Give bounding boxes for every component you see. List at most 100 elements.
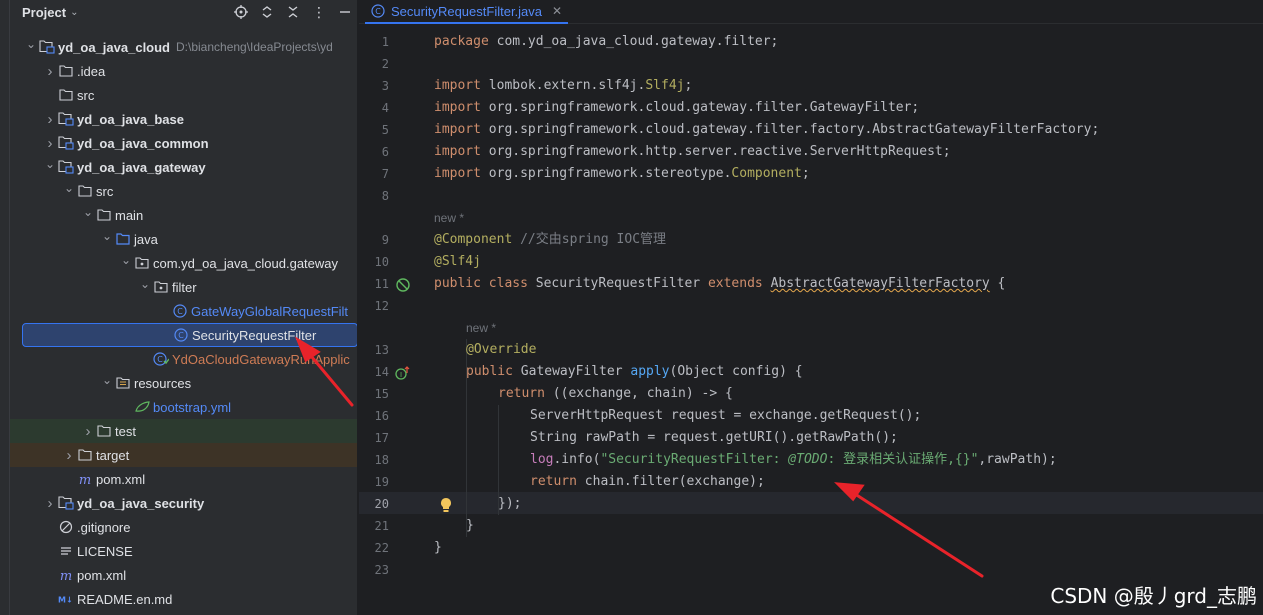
tree-item[interactable]: ⌄ filter bbox=[10, 275, 357, 299]
project-title[interactable]: Project bbox=[22, 5, 66, 20]
code-line-11: public class SecurityRequestFilter exten… bbox=[434, 276, 1006, 291]
module-folder-icon bbox=[58, 135, 74, 151]
tree-item[interactable]: .gitignore bbox=[10, 515, 357, 539]
tree-item[interactable]: ⌄ resources bbox=[10, 371, 357, 395]
tree-item-label: target bbox=[96, 447, 130, 463]
tree-item-label: src bbox=[77, 87, 95, 103]
line-number[interactable]: 22 bbox=[359, 537, 389, 559]
editor-tab-bar: C SecurityRequestFilter.java ✕ bbox=[359, 0, 1263, 24]
line-number[interactable]: 18 bbox=[359, 449, 389, 471]
code-line-7: import org.springframework.stereotype.Co… bbox=[434, 166, 810, 181]
project-panel-header: Project ⌄ ⋮ bbox=[10, 0, 357, 24]
code-line-5: import org.springframework.cloud.gateway… bbox=[434, 122, 1100, 137]
line-number[interactable]: 3 bbox=[359, 75, 389, 97]
tree-item[interactable]: M↓ README.en.md bbox=[10, 587, 357, 611]
line-number[interactable]: 11 bbox=[359, 273, 389, 295]
java-class-icon: C bbox=[172, 303, 188, 319]
tree-item[interactable]: LICENSE bbox=[10, 539, 357, 563]
usage-hint[interactable]: new * bbox=[466, 317, 496, 339]
line-number[interactable]: 23 bbox=[359, 559, 389, 581]
locate-icon[interactable] bbox=[228, 0, 254, 24]
tree-item[interactable]: ⌄ yd_oa_java_cloud D:\biancheng\IdeaProjec… bbox=[10, 35, 357, 59]
chevron-down-icon[interactable]: ⌄ bbox=[70, 7, 78, 18]
tree-item[interactable]: › test bbox=[10, 419, 357, 443]
minimize-icon[interactable] bbox=[332, 0, 357, 24]
tree-item[interactable]: ⌄ src bbox=[10, 179, 357, 203]
module-folder-icon bbox=[39, 39, 55, 55]
package-icon bbox=[134, 255, 150, 271]
tree-item[interactable]: src bbox=[10, 83, 357, 107]
line-number[interactable]: 2 bbox=[359, 53, 389, 75]
chevron-down-icon[interactable]: ⌄ bbox=[61, 181, 77, 195]
chevron-right-icon[interactable]: › bbox=[42, 63, 58, 80]
line-number[interactable]: 20 bbox=[359, 493, 389, 515]
chevron-right-icon[interactable]: › bbox=[42, 495, 58, 512]
line-number[interactable]: 15 bbox=[359, 383, 389, 405]
tree-item[interactable]: ⌄ main bbox=[10, 203, 357, 227]
tree-item[interactable]: C GateWayGlobalRequestFilt bbox=[10, 299, 357, 323]
tree-item[interactable]: C SecurityRequestFilter bbox=[22, 323, 357, 347]
line-number[interactable]: 16 bbox=[359, 405, 389, 427]
chevron-down-icon[interactable]: ⌄ bbox=[23, 37, 39, 51]
chevron-down-icon[interactable]: ⌄ bbox=[99, 373, 115, 387]
tree-item-label: test bbox=[115, 423, 136, 439]
line-number[interactable]: 8 bbox=[359, 185, 389, 207]
close-icon[interactable]: ✕ bbox=[552, 4, 562, 18]
chevron-down-icon[interactable]: ⌄ bbox=[137, 277, 153, 291]
tree-item[interactable]: › yd_oa_java_common bbox=[10, 131, 357, 155]
tree-item[interactable]: ⌄ yd_oa_java_gateway bbox=[10, 155, 357, 179]
line-number[interactable]: 1 bbox=[359, 31, 389, 53]
line-number[interactable]: 14 bbox=[359, 361, 389, 383]
tree-item-label: yd_oa_java_cloud bbox=[58, 39, 170, 55]
folder-icon bbox=[77, 183, 93, 199]
code-editor[interactable]: package com.yd_oa_java_cloud.gateway.fil… bbox=[434, 31, 1263, 615]
line-number[interactable]: 13 bbox=[359, 339, 389, 361]
chevron-right-icon[interactable]: › bbox=[42, 135, 58, 152]
chevron-down-icon[interactable]: ⌄ bbox=[42, 157, 58, 171]
tree-item-label: pom.xml bbox=[77, 567, 127, 583]
editor-tab[interactable]: C SecurityRequestFilter.java ✕ bbox=[365, 0, 569, 24]
expand-all-icon[interactable] bbox=[254, 0, 280, 24]
chevron-right-icon[interactable]: › bbox=[80, 423, 96, 440]
tree-item[interactable]: m pom.xml bbox=[10, 467, 357, 491]
line-number[interactable]: 17 bbox=[359, 427, 389, 449]
line-number[interactable]: 19 bbox=[359, 471, 389, 493]
tree-item[interactable]: › target bbox=[10, 443, 357, 467]
tree-item-label: yd_oa_java_base bbox=[77, 111, 184, 127]
tree-item[interactable]: › .idea bbox=[10, 59, 357, 83]
more-icon[interactable]: ⋮ bbox=[306, 0, 332, 24]
svg-text:C: C bbox=[157, 355, 163, 364]
tree-item-label: yd_oa_java_common bbox=[77, 135, 209, 151]
line-number[interactable]: 9 bbox=[359, 229, 389, 251]
tree-item[interactable]: bootstrap.yml bbox=[10, 395, 357, 419]
line-number[interactable]: 7 bbox=[359, 163, 389, 185]
line-number[interactable]: 21 bbox=[359, 515, 389, 537]
line-number[interactable]: 12 bbox=[359, 295, 389, 317]
implements-gutter-icon[interactable]: I bbox=[395, 365, 411, 381]
svg-text:C: C bbox=[375, 7, 381, 16]
tree-item-label: bootstrap.yml bbox=[153, 399, 232, 415]
code-line-22: } bbox=[434, 540, 442, 555]
usage-hint[interactable]: new * bbox=[434, 207, 464, 229]
line-number[interactable]: 4 bbox=[359, 97, 389, 119]
tree-item[interactable]: ⌄ java bbox=[10, 227, 357, 251]
tree-item-label: LICENSE bbox=[77, 543, 133, 559]
chevron-right-icon[interactable]: › bbox=[61, 447, 77, 464]
line-number[interactable]: 10 bbox=[359, 251, 389, 273]
chevron-down-icon[interactable]: ⌄ bbox=[80, 205, 96, 219]
bean-gutter-icon[interactable] bbox=[395, 277, 411, 293]
line-number[interactable]: 5 bbox=[359, 119, 389, 141]
tree-item[interactable]: › yd_oa_java_base bbox=[10, 107, 357, 131]
tree-item[interactable]: › yd_oa_java_security bbox=[10, 491, 357, 515]
tree-item[interactable]: C YdOaCloudGatewayRunApplic bbox=[10, 347, 357, 371]
chevron-right-icon[interactable]: › bbox=[42, 111, 58, 128]
line-number[interactable]: 6 bbox=[359, 141, 389, 163]
tree-item-label: com.yd_oa_java_cloud.gateway bbox=[153, 255, 339, 271]
chevron-down-icon[interactable]: ⌄ bbox=[118, 253, 134, 267]
chevron-down-icon[interactable]: ⌄ bbox=[99, 229, 115, 243]
tree-item[interactable]: ⌄ com.yd_oa_java_cloud.gateway bbox=[10, 251, 357, 275]
collapse-all-icon[interactable] bbox=[280, 0, 306, 24]
tree-item[interactable]: m pom.xml bbox=[10, 563, 357, 587]
code-line-20: }); bbox=[498, 496, 522, 511]
java-class-icon: C bbox=[371, 4, 385, 18]
